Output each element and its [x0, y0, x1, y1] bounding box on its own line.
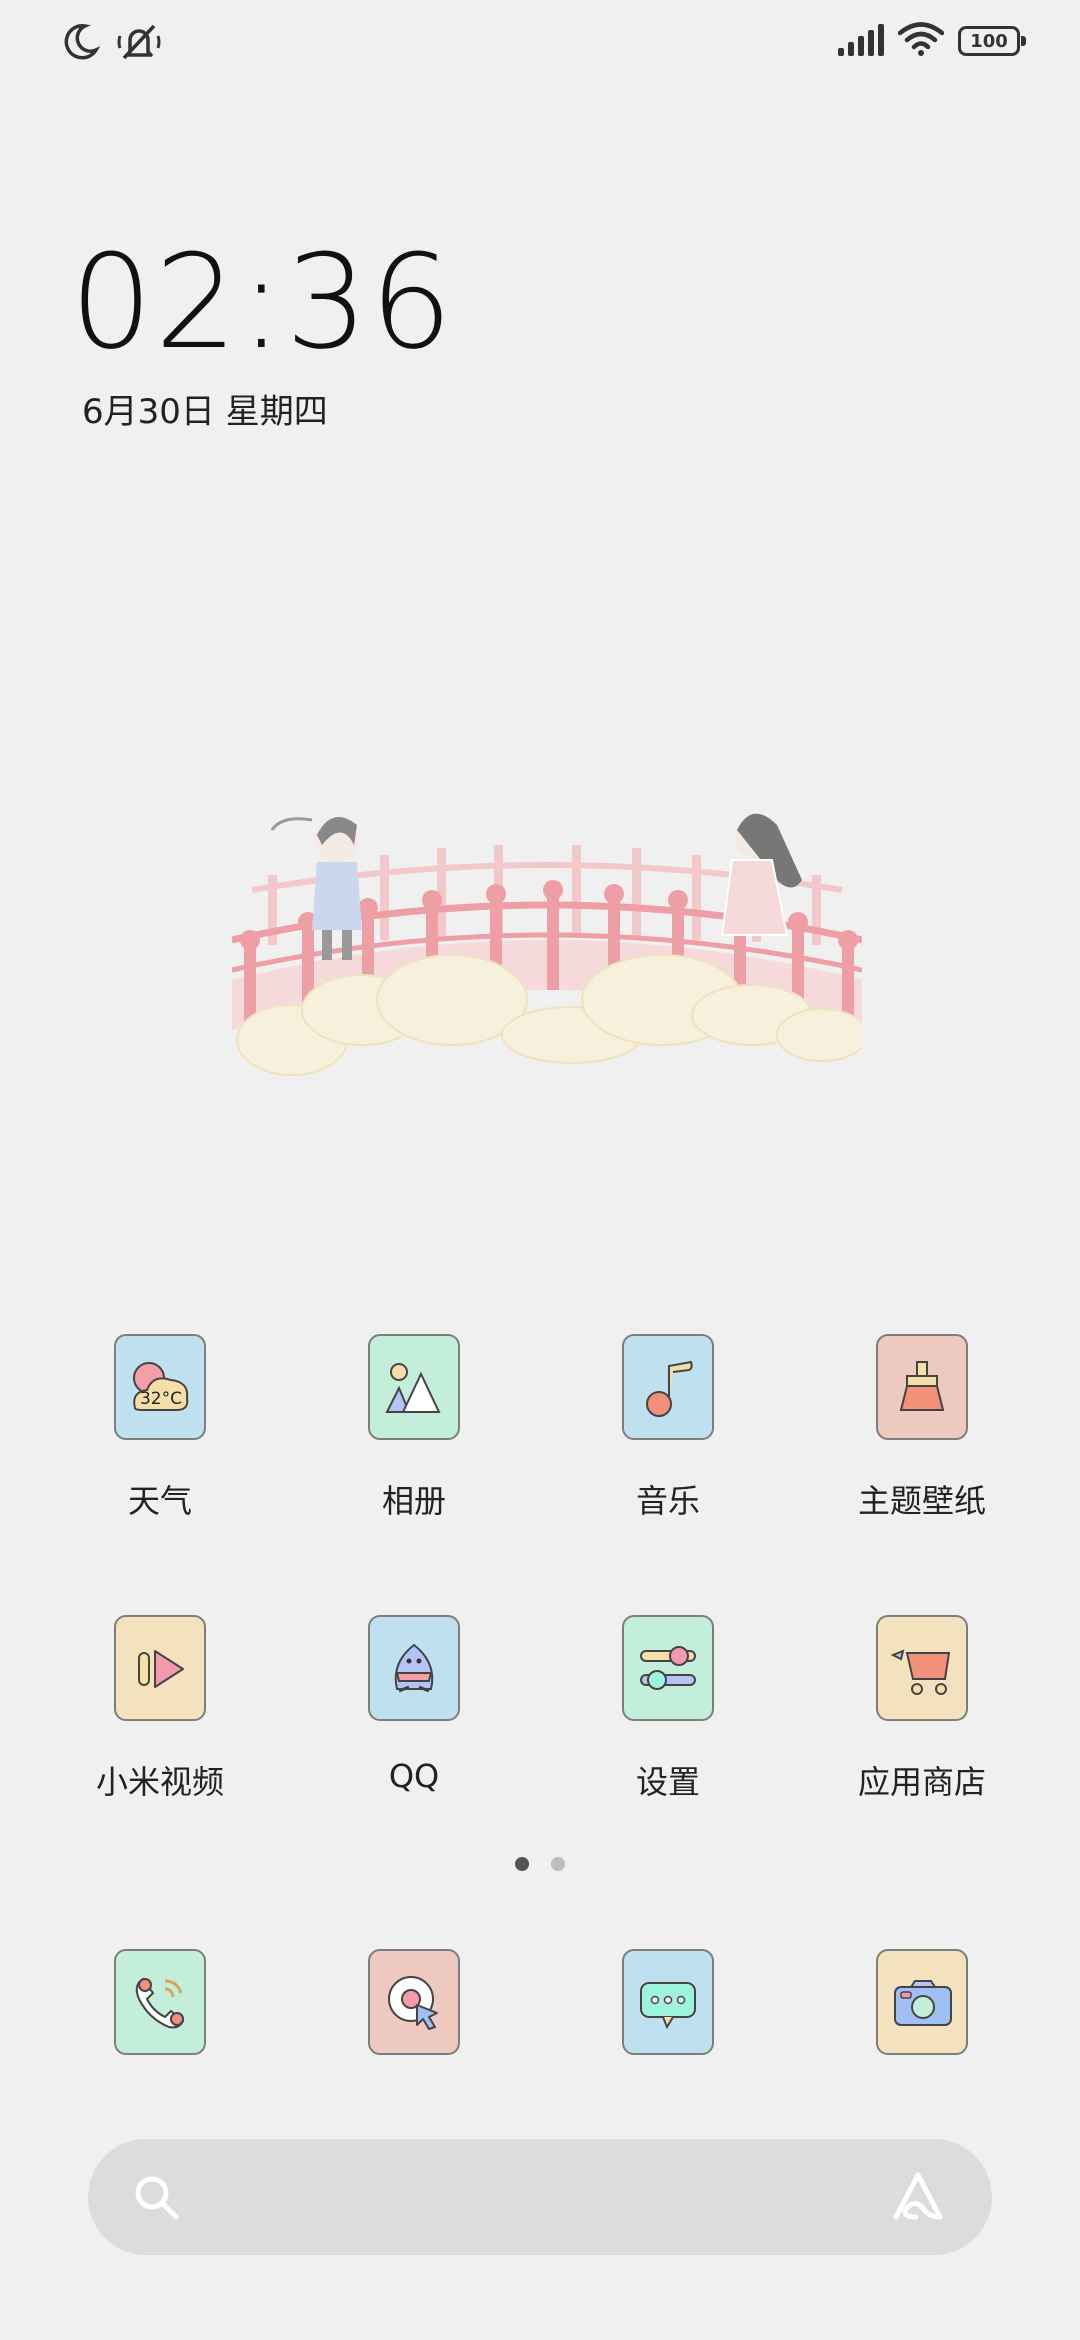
gallery-icon[interactable]: [368, 1334, 460, 1440]
app-qq[interactable]: QQ: [287, 1615, 541, 1795]
app-label: 设置: [635, 1763, 700, 1801]
app-weather[interactable]: 32°C 天气: [33, 1334, 287, 1522]
dock-browser[interactable]: [287, 1949, 541, 2055]
weather-icon[interactable]: 32°C: [114, 1334, 206, 1440]
app-store-icon[interactable]: [876, 1615, 968, 1721]
camera-icon[interactable]: [876, 1949, 968, 2055]
app-gallery[interactable]: 相册: [287, 1334, 541, 1522]
wallpaper-illustration: [231, 800, 868, 1090]
app-label: 小米视频: [95, 1763, 224, 1801]
dock-messages[interactable]: [541, 1949, 795, 2055]
app-label: 天气: [127, 1482, 192, 1520]
weather-temp: 32°C: [140, 1389, 182, 1409]
music-icon[interactable]: [622, 1334, 714, 1440]
app-label: 应用商店: [857, 1763, 986, 1801]
search-icon[interactable]: [132, 2173, 182, 2227]
app-label: 相册: [381, 1482, 446, 1520]
video-icon[interactable]: [114, 1615, 206, 1721]
app-music[interactable]: 音乐: [541, 1334, 795, 1522]
page-indicator[interactable]: [0, 1857, 1080, 1871]
settings-icon[interactable]: [622, 1615, 714, 1721]
status-bar-right: 100: [836, 22, 1026, 60]
mute-icon: [116, 22, 162, 66]
messages-icon[interactable]: [622, 1949, 714, 2055]
app-label: 主题壁纸: [857, 1482, 986, 1520]
themes-icon[interactable]: [876, 1334, 968, 1440]
battery-level: 100: [970, 30, 1008, 52]
app-mi-video[interactable]: 小米视频: [33, 1615, 287, 1803]
browser-icon[interactable]: [368, 1949, 460, 2055]
page-dot-1[interactable]: [515, 1857, 529, 1871]
app-label: QQ: [388, 1757, 440, 1795]
clock-date[interactable]: 6月30日 星期四: [82, 384, 328, 433]
status-bar-left: [60, 22, 162, 66]
signal-icon: [836, 22, 884, 60]
wifi-icon: [897, 22, 945, 60]
app-label: 音乐: [635, 1482, 700, 1520]
battery-icon: 100: [958, 26, 1026, 56]
app-settings[interactable]: 设置: [541, 1615, 795, 1803]
app-store[interactable]: 应用商店: [795, 1615, 1049, 1803]
page-dot-2[interactable]: [551, 1857, 565, 1871]
search-bar[interactable]: [88, 2139, 992, 2255]
qq-icon[interactable]: [368, 1615, 460, 1721]
clock-time[interactable]: 02:36: [70, 232, 455, 372]
dock-camera[interactable]: [795, 1949, 1049, 2055]
dock-phone[interactable]: [33, 1949, 287, 2055]
assistant-icon[interactable]: [888, 2169, 948, 2229]
phone-icon[interactable]: [114, 1949, 206, 2055]
app-themes[interactable]: 主题壁纸: [795, 1334, 1049, 1522]
moon-icon: [60, 22, 101, 66]
